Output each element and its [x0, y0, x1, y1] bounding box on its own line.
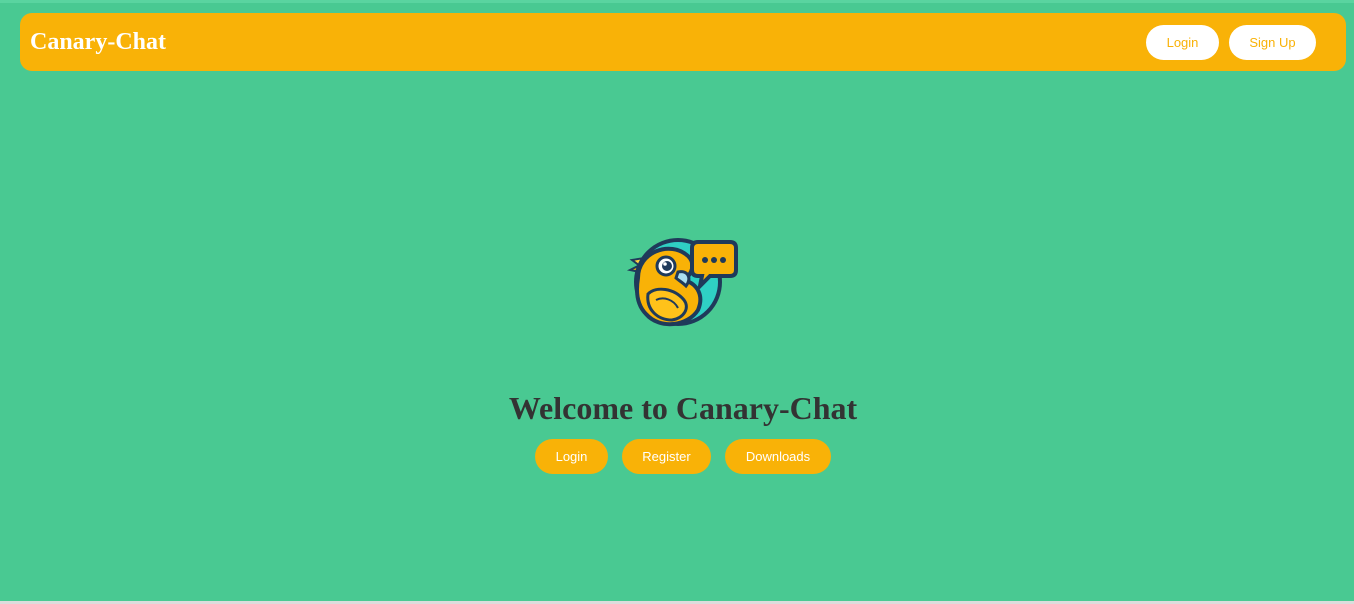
nav-signup-button[interactable]: Sign Up — [1229, 25, 1316, 60]
navbar: Canary-Chat Login Sign Up — [20, 13, 1346, 71]
register-button[interactable]: Register — [622, 439, 711, 474]
brand-title[interactable]: Canary-Chat — [30, 27, 166, 57]
welcome-heading: Welcome to Canary-Chat — [508, 390, 858, 426]
top-strip — [0, 0, 1354, 3]
nav-login-button[interactable]: Login — [1146, 25, 1219, 60]
login-button[interactable]: Login — [535, 439, 608, 474]
canary-chat-bird-logo-icon — [626, 234, 738, 330]
downloads-button[interactable]: Downloads — [725, 439, 831, 474]
